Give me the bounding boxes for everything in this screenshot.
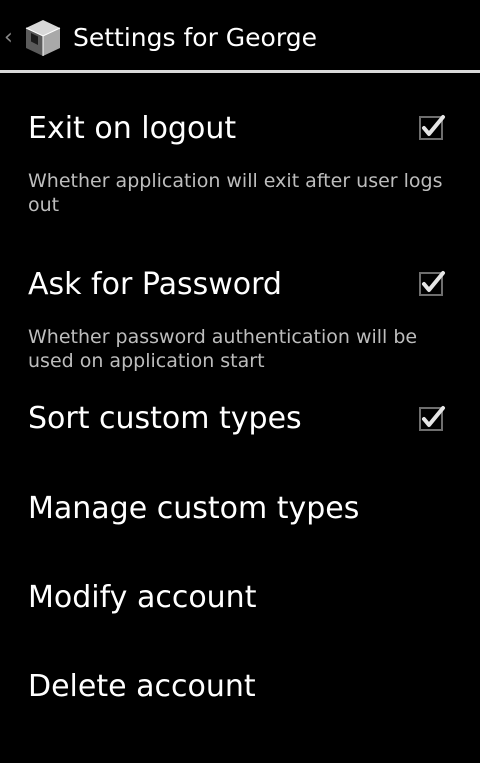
action-bar: ‹ Settings for George xyxy=(0,0,480,73)
pref-title: Delete account xyxy=(28,669,256,704)
pref-title: Manage custom types xyxy=(28,491,360,526)
preferences-list: Exit on logout Whether application will … xyxy=(0,73,480,743)
checkbox-ask-for-password[interactable] xyxy=(418,269,446,297)
checkbox-exit-on-logout[interactable] xyxy=(418,113,446,141)
pref-modify-account[interactable]: Modify account xyxy=(0,565,480,654)
checkbox-sort-custom-types[interactable] xyxy=(418,404,446,432)
pref-delete-account[interactable]: Delete account xyxy=(0,654,480,743)
pref-exit-on-logout[interactable]: Exit on logout Whether application will … xyxy=(0,73,480,229)
pref-ask-for-password[interactable]: Ask for Password Whether password authen… xyxy=(0,229,480,386)
cube-icon[interactable] xyxy=(22,17,64,59)
pref-title: Sort custom types xyxy=(28,401,302,436)
pref-title: Modify account xyxy=(28,580,257,615)
chevron-left-icon[interactable]: ‹ xyxy=(4,24,18,52)
pref-title: Exit on logout xyxy=(28,111,237,146)
page-title: Settings for George xyxy=(73,23,317,52)
pref-title: Ask for Password xyxy=(28,267,282,302)
pref-manage-custom-types[interactable]: Manage custom types xyxy=(0,476,480,565)
pref-sort-custom-types[interactable]: Sort custom types xyxy=(0,386,480,476)
pref-summary: Whether application will exit after user… xyxy=(28,170,443,216)
pref-summary: Whether password authentication will be … xyxy=(28,326,418,372)
